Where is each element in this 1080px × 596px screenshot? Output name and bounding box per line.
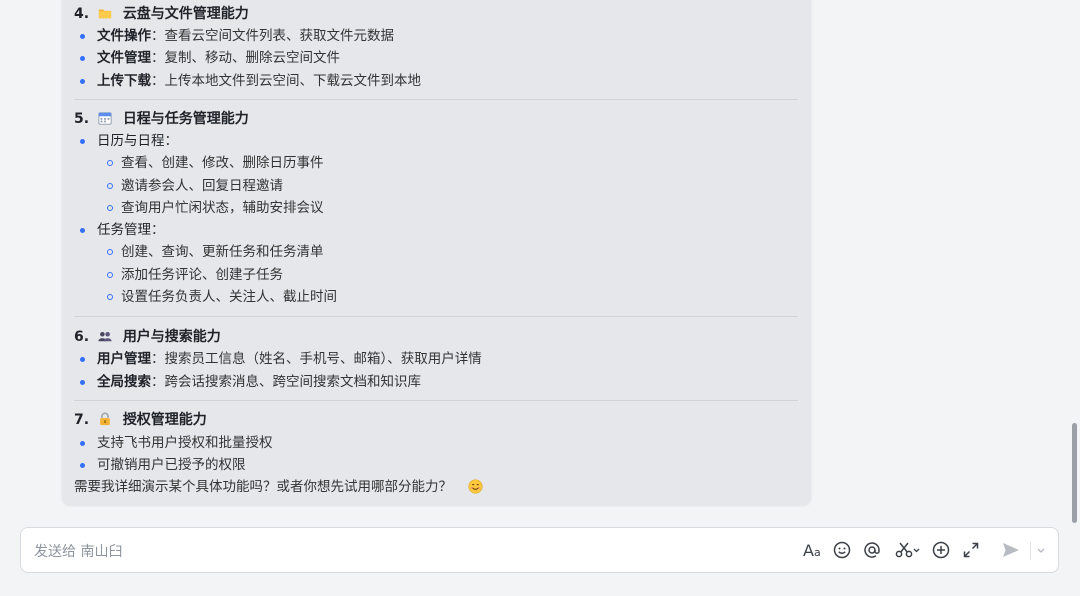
section-heading: 5. 日程与任务管理能力 [74,108,249,130]
screenshot-scissors-icon[interactable] [893,539,921,561]
bullet [80,441,85,446]
bullet [80,56,85,61]
bullet [80,139,85,144]
item-desc: 可撤销用户已授予的权限 [97,457,246,473]
section-number: 4. [74,6,90,22]
scrollbar-thumb[interactable] [1072,423,1077,523]
section-number: 7. [74,412,90,428]
item-label: 用户管理 [97,351,151,367]
divider [74,99,798,100]
emoji-icon[interactable] [831,539,853,561]
lock-icon [100,412,110,426]
section-number: 6. [74,329,90,345]
hollow-bullet [107,183,113,189]
item-desc: ：复制、移动、删除云空间文件 [151,50,340,66]
hollow-bullet [107,272,113,278]
expand-icon[interactable] [960,539,982,561]
section-title: 日程与任务管理能力 [122,111,249,127]
item-label: 文件管理 [97,50,151,66]
item-desc: ：查看云空间文件列表、获取文件元数据 [151,28,394,44]
item-label: 任务管理 [97,222,151,238]
bullet [80,380,85,385]
bullet [80,34,85,39]
composer-placeholder[interactable]: 发送给 南山臼 [34,541,122,561]
closing-text: 需要我详细演示某个具体功能吗？或者你想先试用哪部分能力？ [74,479,452,495]
chevron-down-icon[interactable] [1034,539,1048,561]
bullet [80,357,85,362]
section-number: 5. [74,111,90,127]
section-heading: 6. 用户与搜索能力 [74,326,221,348]
divider [74,400,798,401]
calendar-icon [98,112,112,125]
send-icon[interactable] [1000,539,1022,561]
message-composer[interactable]: 发送给 南山臼 Aa [20,527,1059,573]
item-desc: 支持飞书用户授权和批量授权 [97,435,273,451]
bullet [80,228,85,233]
smile-emoji-icon [468,479,483,494]
hollow-bullet [107,160,113,166]
divider [1030,542,1031,560]
item-desc: ：搜索员工信息（姓名、手机号、邮箱）、获取用户详情 [151,351,482,367]
divider [74,316,798,317]
bullet [80,79,85,84]
section-title: 授权管理能力 [122,412,207,428]
section-title: 用户与搜索能力 [122,329,221,345]
add-circle-icon[interactable] [930,539,952,561]
item-label: 全局搜索 [97,374,151,390]
item-label: 上传下载 [97,73,151,89]
folder-icon [98,9,112,19]
bullet [80,463,85,468]
format-text-button[interactable]: Aa [803,541,821,560]
item-desc: ：跨会话搜索消息、跨空间搜索文档和知识库 [151,374,421,390]
section-heading: 4. 云盘与文件管理能力 [74,3,249,25]
hollow-bullet [107,205,113,211]
users-icon [98,331,112,342]
mention-icon[interactable] [861,539,883,561]
hollow-bullet [107,294,113,300]
section-title: 云盘与文件管理能力 [122,6,249,22]
item-label: 日历与日程 [97,133,165,149]
item-desc: ：上传本地文件到云空间、下载云文件到本地 [151,73,421,89]
hollow-bullet [107,249,113,255]
closing-line: 需要我详细演示某个具体功能吗？或者你想先试用哪部分能力？ [74,476,483,498]
section-heading: 7. 授权管理能力 [74,409,207,431]
item-label: 文件操作 [97,28,151,44]
